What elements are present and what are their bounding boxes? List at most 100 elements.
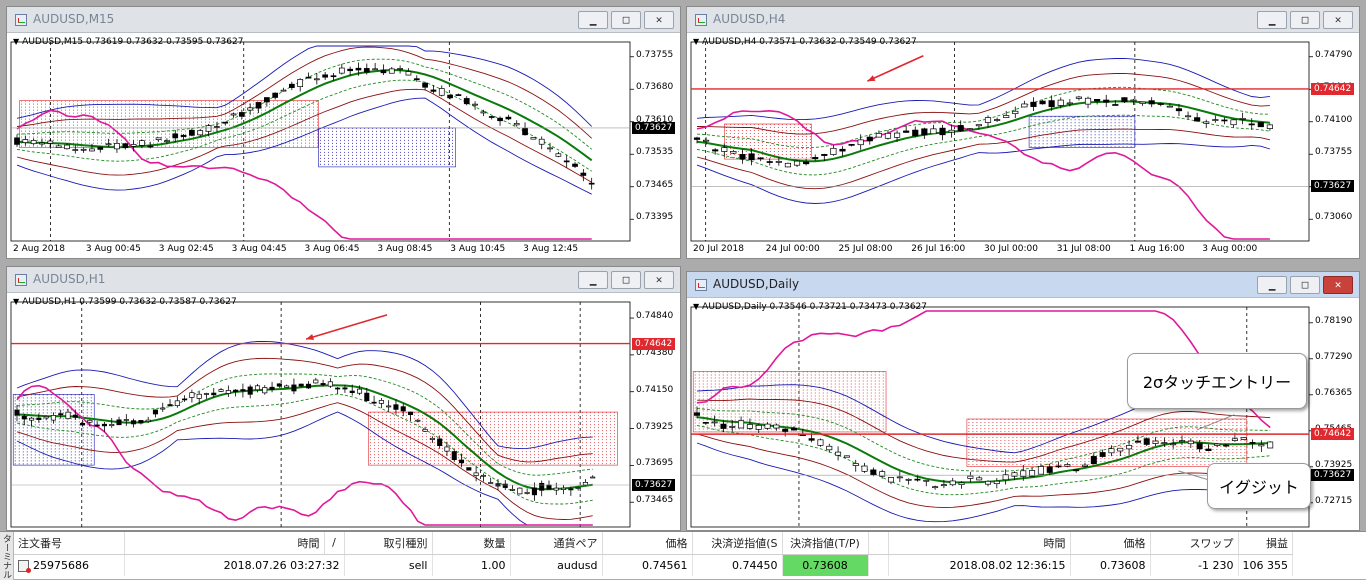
chart-window-daily[interactable]: AUDUSD,Daily ▁ □ ✕ ▼ AUDUSD,Daily 0.73546… — [686, 271, 1360, 531]
candle-body — [1212, 119, 1219, 121]
column-header[interactable]: 決済指値(T/P) — [782, 532, 869, 555]
price-axis-label: 0.73695 — [636, 458, 674, 469]
close-button[interactable]: ✕ — [644, 11, 674, 29]
maximize-button[interactable]: □ — [611, 271, 641, 289]
candle-body — [524, 491, 530, 494]
time-axis-label: 26 Jul 16:00 — [911, 244, 966, 254]
candle-body — [1267, 441, 1274, 449]
sort-indicator[interactable]: / — [324, 532, 345, 555]
candle-body — [138, 420, 144, 424]
candle-body — [905, 478, 912, 481]
price-chart — [10, 301, 634, 528]
candle-body — [1205, 448, 1212, 452]
column-header[interactable]: 時間 — [888, 532, 1071, 555]
candle-body — [547, 147, 553, 150]
dropdown-triangle-icon: ▼ — [13, 37, 20, 46]
candle-body — [1221, 119, 1228, 122]
titlebar[interactable]: AUDUSD,H4 ▁ □ ✕ — [687, 7, 1359, 33]
candle-body — [808, 438, 815, 441]
price-axis-label: 0.73465 — [636, 495, 674, 506]
minimize-button[interactable]: ▁ — [578, 11, 608, 29]
column-header[interactable]: 通貨ペア — [510, 532, 603, 555]
column-header[interactable]: 時間 — [124, 532, 325, 555]
candle-body — [861, 465, 868, 472]
candle-body — [875, 133, 882, 138]
column-header[interactable]: 価格 — [602, 532, 693, 555]
window-title: AUDUSD,H1 — [33, 272, 106, 286]
chart-canvas[interactable]: ▼ AUDUSD,H4 0.73571 0.73632 0.73549 0.736… — [687, 34, 1359, 258]
candle-body — [1055, 465, 1062, 468]
candle-body — [1130, 99, 1137, 102]
chart-window-h4[interactable]: AUDUSD,H4 ▁ □ ✕ ▼ AUDUSD,H4 0.73571 0.736… — [686, 6, 1360, 259]
candle-body — [347, 68, 353, 72]
column-header[interactable]: 取引種別 — [344, 532, 433, 555]
candle-body — [975, 124, 982, 127]
candle-body — [497, 117, 503, 122]
terminal-side-tab[interactable]: ターミナル — [0, 532, 14, 580]
candle-body — [848, 144, 855, 146]
candle-body — [1037, 466, 1044, 475]
candle-body — [1103, 99, 1110, 103]
candle-body — [1239, 118, 1246, 120]
column-header[interactable]: 注文番号 — [14, 532, 125, 555]
column-header[interactable]: 損益 — [1238, 532, 1293, 555]
bollinger-band-3sigma — [696, 143, 1271, 204]
candle-body — [830, 147, 837, 155]
candle-body — [364, 392, 370, 402]
column-header[interactable]: 数量 — [432, 532, 511, 555]
candle-body — [575, 487, 581, 489]
candle-body — [553, 487, 559, 491]
candle-body — [1157, 103, 1164, 105]
titlebar[interactable]: AUDUSD,M15 ▁ □ ✕ — [7, 7, 680, 33]
column-header[interactable]: 決済逆指値(S — [692, 532, 783, 555]
profit: 106 355 — [1238, 554, 1293, 576]
candle-body — [413, 78, 420, 81]
trade-type: sell — [344, 554, 433, 576]
candle-body — [139, 140, 145, 146]
candle-body — [447, 94, 453, 99]
minimize-button[interactable]: ▁ — [1257, 276, 1287, 294]
candle-body — [1011, 472, 1018, 477]
maximize-button[interactable]: □ — [1290, 276, 1320, 294]
chart-window-m15[interactable]: AUDUSD,M15 ▁ □ ✕ ▼ AUDUSD,M15 0.73619 0.7… — [6, 6, 681, 259]
chart-canvas[interactable]: ▼ AUDUSD,Daily 0.73546 0.73721 0.73473 0.… — [687, 299, 1359, 530]
resistance-price-tag: 0.74642 — [1311, 82, 1355, 95]
column-header[interactable] — [868, 532, 889, 555]
titlebar[interactable]: AUDUSD,Daily ▁ □ ✕ — [687, 272, 1359, 298]
candle-body — [180, 134, 187, 137]
minimize-button[interactable]: ▁ — [1257, 11, 1287, 29]
close-button[interactable]: ✕ — [644, 271, 674, 289]
candle-body — [958, 482, 965, 486]
chart-window-h1[interactable]: AUDUSD,H1 ▁ □ ✕ ▼ AUDUSD,H1 0.73599 0.736… — [6, 266, 681, 531]
candle-body — [255, 102, 262, 109]
candle-body — [342, 387, 348, 390]
minimize-button[interactable]: ▁ — [578, 271, 608, 289]
price-axis-label: 0.77290 — [1315, 351, 1353, 362]
candle-body — [247, 386, 253, 395]
close-button[interactable]: ✕ — [1323, 11, 1353, 29]
bollinger-band-1sigma — [696, 408, 1271, 472]
order-icon — [18, 559, 31, 573]
candle-body — [896, 476, 903, 479]
candle-body — [1231, 438, 1238, 441]
symbol: audusd — [510, 554, 603, 576]
moving-average-line — [16, 384, 593, 491]
chart-canvas[interactable]: ▼ AUDUSD,M15 0.73619 0.73632 0.73595 0.73… — [7, 34, 680, 258]
table-row[interactable]: 25975686 2018.07.26 03:27:32 sell 1.00 a… — [14, 554, 1293, 576]
candle-body — [388, 68, 395, 74]
chart-canvas[interactable]: ▼ AUDUSD,H1 0.73599 0.73632 0.73587 0.736… — [7, 294, 680, 530]
titlebar[interactable]: AUDUSD,H1 ▁ □ ✕ — [7, 267, 680, 293]
time-axis-label: 25 Jul 08:00 — [838, 244, 893, 254]
maximize-button[interactable]: □ — [1290, 11, 1320, 29]
column-header[interactable]: スワップ — [1150, 532, 1239, 555]
candle-body — [196, 393, 202, 399]
candle-body — [50, 415, 56, 421]
candle-body — [164, 140, 170, 143]
close-button[interactable]: ✕ — [1323, 276, 1353, 294]
candle-body — [764, 423, 771, 429]
maximize-button[interactable]: □ — [611, 11, 641, 29]
candle-body — [288, 83, 295, 88]
column-header[interactable]: 価格 — [1070, 532, 1151, 555]
candle-body — [211, 392, 217, 396]
candle-body — [513, 123, 520, 126]
